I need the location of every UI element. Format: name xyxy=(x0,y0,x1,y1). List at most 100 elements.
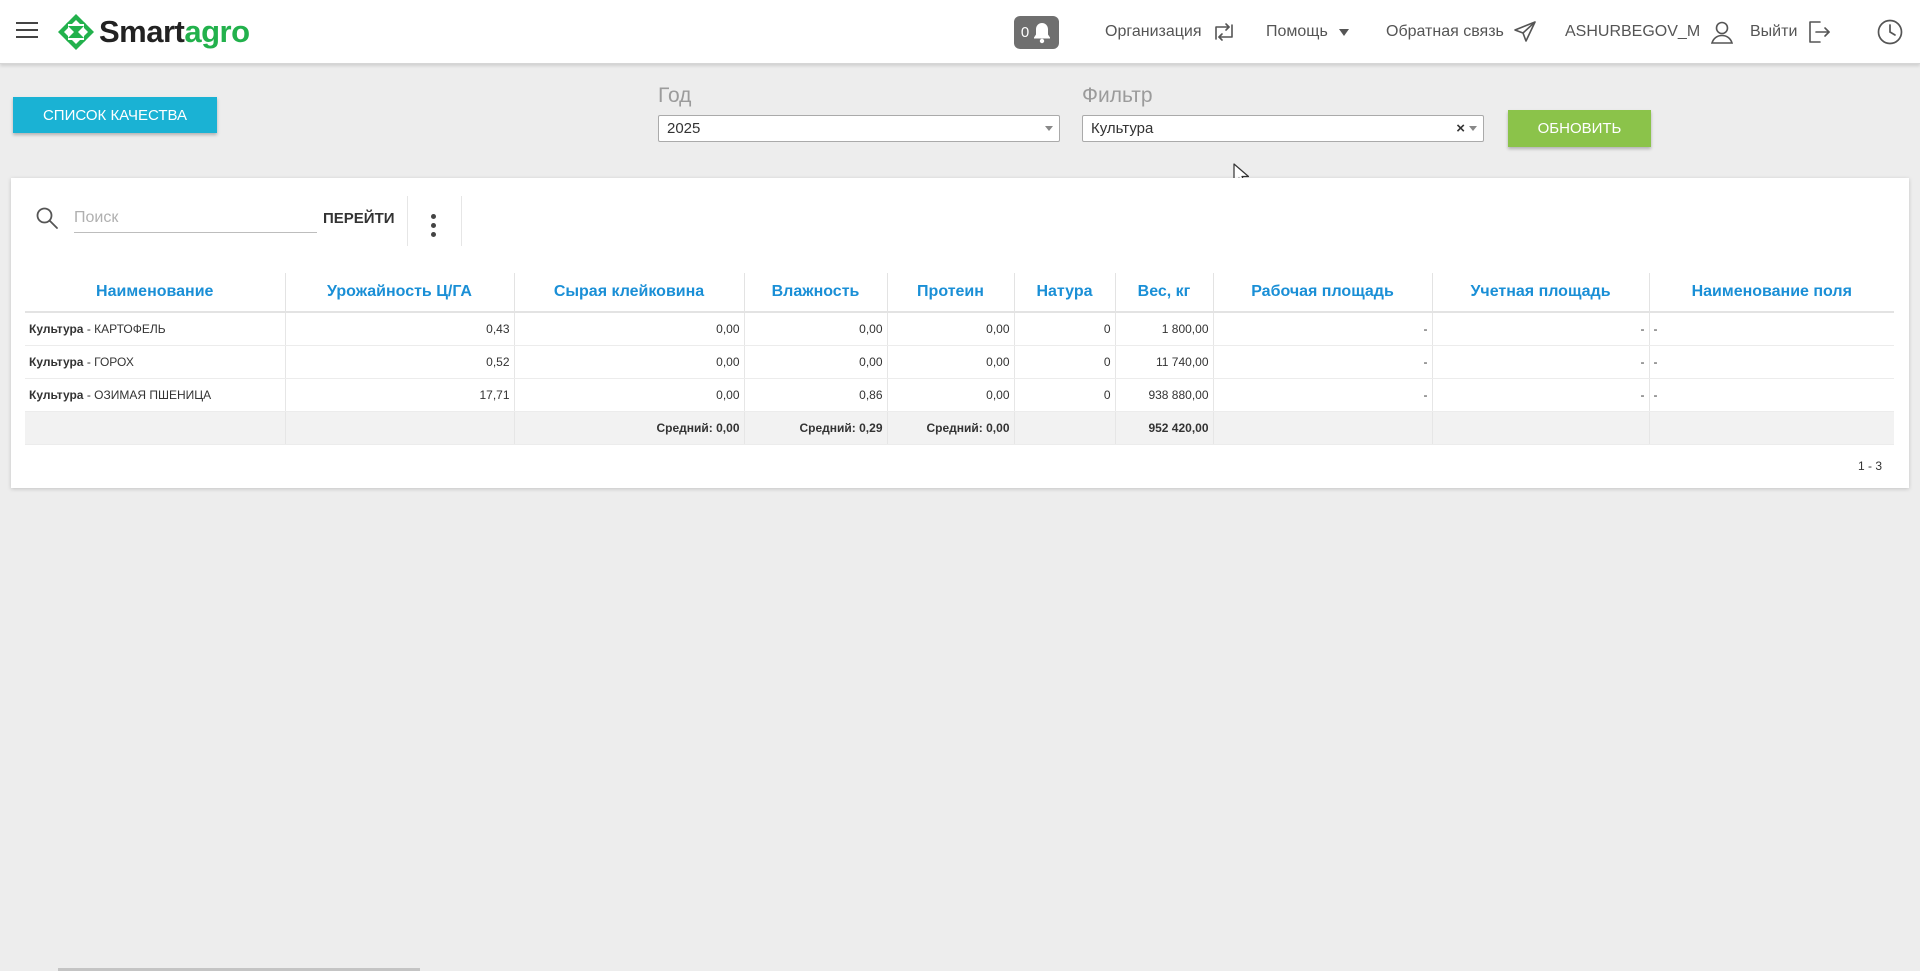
logout-icon xyxy=(1809,21,1831,43)
total-protein: Средний: 0,00 xyxy=(886,411,1014,445)
brand-name: Smartagro xyxy=(99,14,250,50)
cell-yield: 17,71 xyxy=(284,378,514,412)
cell-weight: 938 880,00 xyxy=(1114,378,1213,412)
logo[interactable]: Smartagro xyxy=(56,12,250,52)
total-cell-empty xyxy=(284,411,514,445)
total-moisture: Средний: 0,29 xyxy=(743,411,887,445)
feedback-link[interactable]: Обратная связь xyxy=(1386,0,1537,64)
toolbar-divider xyxy=(407,196,408,246)
logo-icon xyxy=(58,14,94,50)
user-name: ASHURBEGOV_M xyxy=(1565,23,1701,40)
filter-label: Фильтр xyxy=(1082,84,1153,107)
cell-moisture: 0,86 xyxy=(743,378,887,412)
quality-table: Наименование Урожайность Ц/ГА Сырая клей… xyxy=(25,273,1894,445)
table-row[interactable]: Культура - КАРТОФЕЛЬ 0,43 0,00 0,00 0,00… xyxy=(25,312,1894,346)
cell-acct-area: - xyxy=(1431,312,1649,346)
column-header[interactable]: Вес, кг xyxy=(1114,273,1213,313)
column-header[interactable]: Натура xyxy=(1013,273,1115,313)
top-bar: Smartagro 0 Организация Помощь Обратная … xyxy=(0,0,1920,64)
organization-menu[interactable]: Организация xyxy=(1105,0,1237,64)
total-cell-empty xyxy=(1648,411,1894,445)
column-header[interactable]: Рабочая площадь xyxy=(1212,273,1432,313)
row-crop: - ОЗИМАЯ ПШЕНИЦА xyxy=(83,387,212,402)
user-profile[interactable]: ASHURBEGOV_M xyxy=(1565,0,1735,64)
cell-moisture: 0,00 xyxy=(743,312,887,346)
row-prefix: Культура xyxy=(29,354,84,369)
help-menu[interactable]: Помощь xyxy=(1266,0,1351,64)
toolbar-divider xyxy=(461,196,462,246)
row-prefix: Культура xyxy=(29,387,84,402)
menu-icon[interactable] xyxy=(16,22,38,40)
cell-work-area: - xyxy=(1212,312,1432,346)
cell-weight: 1 800,00 xyxy=(1114,312,1213,346)
user-icon xyxy=(1711,21,1734,44)
bell-icon xyxy=(1034,22,1051,43)
search-icon xyxy=(36,207,58,229)
column-header[interactable]: Наименование xyxy=(25,273,285,313)
column-header[interactable]: Урожайность Ц/ГА xyxy=(284,273,514,313)
quality-list-button[interactable]: СПИСОК КАЧЕСТВА xyxy=(13,97,217,133)
filter-select[interactable]: Культура × xyxy=(1082,115,1484,142)
filter-value: Культура xyxy=(1091,120,1154,137)
total-cell-empty xyxy=(1431,411,1649,445)
clock-icon xyxy=(1877,19,1903,45)
help-label: Помощь xyxy=(1266,23,1328,40)
total-cell-empty xyxy=(1013,411,1115,445)
total-weight: 952 420,00 xyxy=(1114,411,1213,445)
cell-gluten: 0,00 xyxy=(513,312,744,346)
column-header[interactable]: Влажность xyxy=(743,273,887,313)
search-input[interactable] xyxy=(74,203,317,233)
cell-nature: 0 xyxy=(1013,378,1115,412)
cell-gluten: 0,00 xyxy=(513,345,744,379)
cell-protein: 0,00 xyxy=(886,345,1014,379)
totals-row: Средний: 0,00 Средний: 0,29 Средний: 0,0… xyxy=(25,411,1894,445)
column-header[interactable]: Сырая клейковина xyxy=(513,273,744,313)
feedback-label: Обратная связь xyxy=(1386,23,1504,40)
history-button[interactable] xyxy=(1876,0,1904,64)
column-header[interactable]: Протеин xyxy=(886,273,1014,313)
logout-button[interactable]: Выйти xyxy=(1750,0,1832,64)
pagination-info: 1 - 3 xyxy=(1857,459,1882,473)
switch-icon xyxy=(1214,23,1233,41)
refresh-button[interactable]: ОБНОВИТЬ xyxy=(1508,110,1651,147)
cell-name: Культура - ГОРОХ xyxy=(25,345,285,379)
total-cell-empty xyxy=(1212,411,1432,445)
cell-work-area: - xyxy=(1212,378,1432,412)
chevron-down-icon xyxy=(1469,126,1477,131)
total-cell-empty xyxy=(25,411,285,445)
cell-gluten: 0,00 xyxy=(513,378,744,412)
cell-acct-area: - xyxy=(1431,378,1649,412)
goto-button[interactable]: ПЕРЕЙТИ xyxy=(323,210,395,227)
row-crop: - КАРТОФЕЛЬ xyxy=(83,321,166,336)
cell-acct-area: - xyxy=(1431,345,1649,379)
column-header[interactable]: Наименование поля xyxy=(1648,273,1894,313)
notifications-count: 0 xyxy=(1020,24,1030,41)
table-row[interactable]: Культура - ГОРОХ 0,52 0,00 0,00 0,00 0 1… xyxy=(25,345,1894,379)
cell-protein: 0,00 xyxy=(886,312,1014,346)
quality-panel: ПЕРЕЙТИ Наименование Урожайность Ц/ГА Сы… xyxy=(11,178,1909,488)
cell-work-area: - xyxy=(1212,345,1432,379)
cell-weight: 11 740,00 xyxy=(1114,345,1213,379)
brand-smart: Smart xyxy=(99,14,185,49)
cell-moisture: 0,00 xyxy=(743,345,887,379)
clear-filter-icon[interactable]: × xyxy=(1456,120,1465,137)
cell-nature: 0 xyxy=(1013,312,1115,346)
cell-protein: 0,00 xyxy=(886,378,1014,412)
more-options-icon[interactable] xyxy=(431,214,437,238)
column-header[interactable]: Учетная площадь xyxy=(1431,273,1649,313)
table-row[interactable]: Культура - ОЗИМАЯ ПШЕНИЦА 17,71 0,00 0,8… xyxy=(25,378,1894,412)
cell-yield: 0,52 xyxy=(284,345,514,379)
year-select[interactable]: 2025 xyxy=(658,115,1060,142)
row-crop: - ГОРОХ xyxy=(83,354,134,369)
year-label: Год xyxy=(658,84,692,107)
notifications-button[interactable]: 0 xyxy=(1014,16,1059,49)
cell-field-name: - xyxy=(1648,378,1894,412)
cell-field-name: - xyxy=(1648,345,1894,379)
cell-yield: 0,43 xyxy=(284,312,514,346)
year-value: 2025 xyxy=(667,120,701,137)
table-header-row: Наименование Урожайность Ц/ГА Сырая клей… xyxy=(25,273,1894,313)
row-prefix: Культура xyxy=(29,321,84,336)
cell-name: Культура - ОЗИМАЯ ПШЕНИЦА xyxy=(25,378,285,412)
brand-agro: agro xyxy=(184,14,250,49)
logout-label: Выйти xyxy=(1750,23,1798,40)
